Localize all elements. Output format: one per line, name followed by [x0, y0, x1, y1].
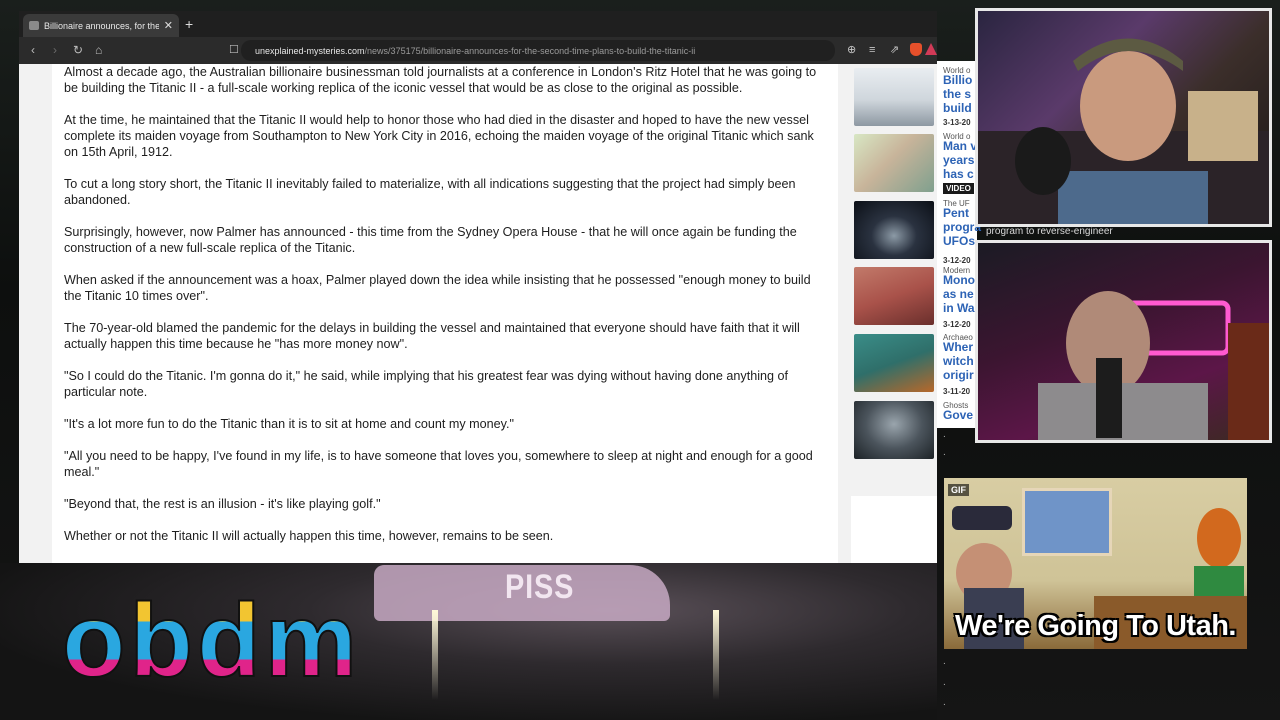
news-title[interactable]: the s	[943, 87, 971, 101]
tab-title: Billionaire announces, for the se...	[44, 20, 159, 31]
dot-marker: .	[943, 429, 946, 440]
news-title[interactable]: Gove	[943, 408, 973, 422]
url-domain: unexplained-mysteries.com	[255, 45, 365, 56]
news-title[interactable]: Mono	[943, 273, 975, 287]
caption-fragment: program to reverse-engineer	[986, 226, 1113, 237]
share-icon[interactable]: ⇗	[890, 43, 899, 57]
sidebar-headlines: World o Billio the s build 3-13-20 World…	[937, 61, 981, 426]
webcam-host-bottom	[975, 240, 1272, 443]
bookmark-icon[interactable]: ☐	[229, 42, 239, 58]
new-tab-button[interactable]: +	[185, 15, 193, 33]
webcam-host-top	[975, 8, 1272, 227]
video-badge: VIDEO	[943, 183, 974, 194]
hospital-thumbnail[interactable]	[854, 134, 934, 192]
article-paragraph: To cut a long story short, the Titanic I…	[64, 177, 796, 207]
host-silhouette	[978, 38, 1269, 224]
gif-caption: We're Going To Utah.	[955, 610, 1237, 642]
dot-marker: .	[943, 656, 946, 667]
news-title[interactable]: build	[943, 101, 972, 115]
news-title[interactable]: witch	[943, 354, 974, 368]
article-body: Almost a decade ago, the Australian bill…	[52, 64, 838, 563]
news-title[interactable]: Pent	[943, 206, 969, 220]
news-title[interactable]: Man v	[943, 139, 977, 153]
gif-overlay: GIF We're Going To Utah.	[944, 478, 1247, 649]
article-paragraph: Whether or not the Titanic II will actua…	[64, 529, 554, 543]
gif-tag: GIF	[948, 484, 969, 496]
back-icon[interactable]: ‹	[31, 42, 35, 58]
light-streak	[432, 610, 438, 700]
article-paragraph: Surprisingly, however, now Palmer has an…	[64, 225, 797, 255]
home-icon[interactable]: ⌂	[95, 42, 102, 58]
reader-mode-icon[interactable]: ≡	[869, 43, 875, 57]
news-date: 3-13-20	[943, 118, 971, 127]
article-paragraph: At the time, he maintained that the Tita…	[64, 113, 814, 159]
host-silhouette	[1038, 291, 1269, 440]
brave-rewards-icon[interactable]	[925, 43, 937, 55]
address-bar[interactable]: unexplained-mysteries.com/news/375175/bi…	[241, 40, 835, 61]
light-streak	[713, 610, 719, 700]
news-title[interactable]: Wher	[943, 340, 973, 354]
article-paragraph: The 70-year-old blamed the pandemic for …	[64, 321, 800, 351]
news-title[interactable]: has c	[943, 167, 974, 181]
article-paragraph: "So I could do the Titanic. I'm gonna do…	[64, 369, 789, 399]
stream-layout: Billionaire announces, for the se... ✕ +…	[0, 0, 1280, 720]
article-paragraph: "All you need to be happy, I've found in…	[64, 449, 813, 479]
browser-toolbar: ‹ › ↻ ⌂ ☐ unexplained-mysteries.com/news…	[19, 37, 937, 64]
brave-shields-icon[interactable]	[910, 43, 922, 56]
browser-window: Billionaire announces, for the se... ✕ +…	[19, 11, 937, 563]
news-date: 3-11-20	[943, 387, 971, 396]
url-path: /news/375175/billionaire-announces-for-t…	[364, 45, 696, 56]
news-title[interactable]: years	[943, 153, 974, 167]
witch-thumbnail[interactable]	[854, 334, 934, 392]
tab-bar: Billionaire announces, for the se... ✕ +	[19, 11, 937, 37]
scene-word: PISS	[505, 568, 575, 606]
obdm-logo: obdm	[62, 598, 361, 688]
dot-marker: .	[943, 697, 946, 708]
site-favicon-icon	[29, 21, 39, 30]
news-title[interactable]: UFOs	[943, 234, 975, 248]
close-tab-icon[interactable]: ✕	[164, 19, 173, 32]
article-paragraph: "Beyond that, the rest is an illusion - …	[64, 497, 381, 511]
page-viewport: Almost a decade ago, the Australian bill…	[19, 64, 937, 563]
ghost-thumbnail[interactable]	[854, 401, 934, 459]
news-date: 3-12-20	[943, 256, 971, 265]
ufo-thumbnail[interactable]	[854, 201, 934, 259]
dot-marker: .	[943, 447, 946, 458]
news-title[interactable]: origir	[943, 368, 974, 382]
zoom-icon[interactable]: ⊕	[847, 43, 856, 57]
svg-text:obdm: obdm	[62, 598, 361, 688]
related-news-sidebar	[851, 64, 937, 563]
monolith-thumbnail[interactable]	[854, 267, 934, 325]
dot-marker: .	[943, 677, 946, 688]
article-paragraph: "It's a lot more fun to do the Titanic t…	[64, 417, 515, 431]
tab-active[interactable]: Billionaire announces, for the se... ✕	[23, 14, 179, 37]
article-paragraph: Almost a decade ago, the Australian bill…	[64, 65, 817, 95]
news-title[interactable]: in Wa	[943, 301, 975, 315]
reload-icon[interactable]: ↻	[73, 42, 83, 58]
news-title[interactable]: as ne	[943, 287, 974, 301]
sidebar-blank-area	[851, 496, 937, 563]
news-date: 3-12-20	[943, 320, 971, 329]
news-title[interactable]: Billio	[943, 73, 972, 87]
forward-icon[interactable]: ›	[53, 42, 57, 58]
article-paragraph: When asked if the announcement was a hoa…	[64, 273, 811, 303]
ship-thumbnail[interactable]	[854, 68, 934, 126]
